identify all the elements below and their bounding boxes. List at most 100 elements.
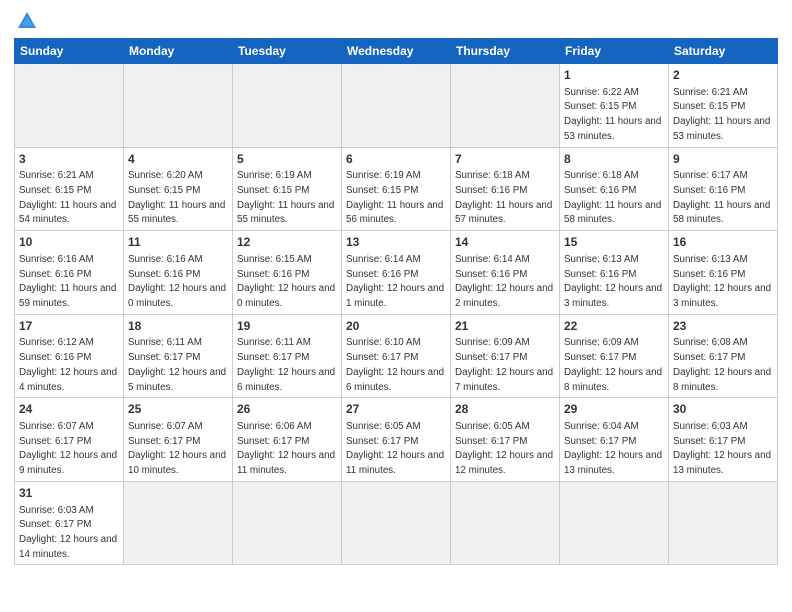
day-number: 25 [128,401,228,418]
calendar-day-cell [124,64,233,148]
day-info: Sunrise: 6:07 AMSunset: 6:17 PMDaylight:… [19,421,117,476]
calendar-day-cell: 30 Sunrise: 6:03 AMSunset: 6:17 PMDayligh… [669,398,778,482]
logo [14,10,38,32]
weekday-header-saturday: Saturday [669,39,778,64]
calendar-day-cell: 26 Sunrise: 6:06 AMSunset: 6:17 PMDayligh… [233,398,342,482]
day-info: Sunrise: 6:21 AMSunset: 6:15 PMDaylight:… [19,170,116,225]
day-info: Sunrise: 6:15 AMSunset: 6:16 PMDaylight:… [237,254,335,309]
calendar-day-cell: 24 Sunrise: 6:07 AMSunset: 6:17 PMDayligh… [15,398,124,482]
calendar-week-row: 3 Sunrise: 6:21 AMSunset: 6:15 PMDaylight… [15,147,778,231]
calendar-day-cell: 29Sunrise: 6:04 AMSunset: 6:17 PMDayligh… [560,398,669,482]
day-info: Sunrise: 6:03 AMSunset: 6:17 PMDaylight:… [19,505,117,560]
calendar-day-cell: 27 Sunrise: 6:05 AMSunset: 6:17 PMDayligh… [342,398,451,482]
day-info: Sunrise: 6:22 AMSunset: 6:15 PMDaylight:… [564,87,661,142]
calendar-day-cell: 16 Sunrise: 6:13 AMSunset: 6:16 PMDayligh… [669,231,778,315]
calendar-day-cell [233,481,342,565]
calendar-day-cell: 3 Sunrise: 6:21 AMSunset: 6:15 PMDaylight… [15,147,124,231]
calendar-day-cell: 18Sunrise: 6:11 AMSunset: 6:17 PMDayligh… [124,314,233,398]
day-number: 8 [564,151,664,168]
day-number: 24 [19,401,119,418]
day-number: 20 [346,318,446,335]
calendar-day-cell: 8 Sunrise: 6:18 AMSunset: 6:16 PMDaylight… [560,147,669,231]
day-number: 18 [128,318,228,335]
calendar-day-cell: 19Sunrise: 6:11 AMSunset: 6:17 PMDayligh… [233,314,342,398]
day-number: 1 [564,67,664,84]
day-info: Sunrise: 6:09 AMSunset: 6:17 PMDaylight:… [455,337,553,392]
day-number: 29 [564,401,664,418]
day-number: 28 [455,401,555,418]
day-number: 10 [19,234,119,251]
day-number: 9 [673,151,773,168]
day-info: Sunrise: 6:19 AMSunset: 6:15 PMDaylight:… [346,170,443,225]
day-number: 5 [237,151,337,168]
day-info: Sunrise: 6:21 AMSunset: 6:15 PMDaylight:… [673,87,770,142]
calendar-day-cell: 1 Sunrise: 6:22 AMSunset: 6:15 PMDaylight… [560,64,669,148]
calendar-day-cell [233,64,342,148]
day-info: Sunrise: 6:06 AMSunset: 6:17 PMDaylight:… [237,421,335,476]
header [14,10,778,32]
weekday-header-monday: Monday [124,39,233,64]
calendar-day-cell [669,481,778,565]
calendar-day-cell: 6 Sunrise: 6:19 AMSunset: 6:15 PMDaylight… [342,147,451,231]
weekday-header-wednesday: Wednesday [342,39,451,64]
day-number: 23 [673,318,773,335]
day-info: Sunrise: 6:12 AMSunset: 6:16 PMDaylight:… [19,337,117,392]
day-info: Sunrise: 6:14 AMSunset: 6:16 PMDaylight:… [346,254,444,309]
calendar-day-cell: 17 Sunrise: 6:12 AMSunset: 6:16 PMDayligh… [15,314,124,398]
calendar-day-cell: 23 Sunrise: 6:08 AMSunset: 6:17 PMDayligh… [669,314,778,398]
weekday-header-friday: Friday [560,39,669,64]
calendar-week-row: 17 Sunrise: 6:12 AMSunset: 6:16 PMDayligh… [15,314,778,398]
day-number: 27 [346,401,446,418]
calendar-day-cell: 12Sunrise: 6:15 AMSunset: 6:16 PMDayligh… [233,231,342,315]
calendar-day-cell: 21Sunrise: 6:09 AMSunset: 6:17 PMDayligh… [451,314,560,398]
day-info: Sunrise: 6:08 AMSunset: 6:17 PMDaylight:… [673,337,771,392]
calendar-day-cell: 9 Sunrise: 6:17 AMSunset: 6:16 PMDaylight… [669,147,778,231]
day-number: 30 [673,401,773,418]
calendar-day-cell: 14 Sunrise: 6:14 AMSunset: 6:16 PMDayligh… [451,231,560,315]
day-info: Sunrise: 6:09 AMSunset: 6:17 PMDaylight:… [564,337,662,392]
day-info: Sunrise: 6:07 AMSunset: 6:17 PMDaylight:… [128,421,226,476]
weekday-header-tuesday: Tuesday [233,39,342,64]
calendar-day-cell: 11Sunrise: 6:16 AMSunset: 6:16 PMDayligh… [124,231,233,315]
day-number: 13 [346,234,446,251]
day-info: Sunrise: 6:05 AMSunset: 6:17 PMDaylight:… [346,421,444,476]
day-number: 15 [564,234,664,251]
day-number: 11 [128,234,228,251]
calendar-day-cell: 25 Sunrise: 6:07 AMSunset: 6:17 PMDayligh… [124,398,233,482]
day-info: Sunrise: 6:03 AMSunset: 6:17 PMDaylight:… [673,421,771,476]
calendar-day-cell [560,481,669,565]
weekday-header-thursday: Thursday [451,39,560,64]
calendar-day-cell: 5 Sunrise: 6:19 AMSunset: 6:15 PMDaylight… [233,147,342,231]
day-number: 16 [673,234,773,251]
day-info: Sunrise: 6:18 AMSunset: 6:16 PMDaylight:… [455,170,552,225]
day-number: 2 [673,67,773,84]
day-number: 7 [455,151,555,168]
day-number: 26 [237,401,337,418]
calendar-week-row: 31 Sunrise: 6:03 AMSunset: 6:17 PMDayligh… [15,481,778,565]
day-number: 31 [19,485,119,502]
calendar-day-cell: 2 Sunrise: 6:21 AMSunset: 6:15 PMDaylight… [669,64,778,148]
calendar-day-cell [342,64,451,148]
calendar-week-row: 24 Sunrise: 6:07 AMSunset: 6:17 PMDayligh… [15,398,778,482]
calendar-week-row: 1 Sunrise: 6:22 AMSunset: 6:15 PMDaylight… [15,64,778,148]
day-number: 3 [19,151,119,168]
calendar-day-cell [451,481,560,565]
day-info: Sunrise: 6:05 AMSunset: 6:17 PMDaylight:… [455,421,553,476]
calendar-day-cell [124,481,233,565]
day-info: Sunrise: 6:18 AMSunset: 6:16 PMDaylight:… [564,170,661,225]
day-number: 14 [455,234,555,251]
calendar-day-cell: 28 Sunrise: 6:05 AMSunset: 6:17 PMDayligh… [451,398,560,482]
calendar-day-cell [15,64,124,148]
day-info: Sunrise: 6:10 AMSunset: 6:17 PMDaylight:… [346,337,444,392]
day-info: Sunrise: 6:11 AMSunset: 6:17 PMDaylight:… [237,337,335,392]
calendar-week-row: 10Sunrise: 6:16 AMSunset: 6:16 PMDayligh… [15,231,778,315]
calendar-day-cell: 10Sunrise: 6:16 AMSunset: 6:16 PMDayligh… [15,231,124,315]
logo-icon [16,10,38,32]
day-info: Sunrise: 6:13 AMSunset: 6:16 PMDaylight:… [673,254,771,309]
day-info: Sunrise: 6:17 AMSunset: 6:16 PMDaylight:… [673,170,770,225]
day-number: 17 [19,318,119,335]
day-info: Sunrise: 6:19 AMSunset: 6:15 PMDaylight:… [237,170,334,225]
day-info: Sunrise: 6:14 AMSunset: 6:16 PMDaylight:… [455,254,553,309]
day-number: 6 [346,151,446,168]
day-info: Sunrise: 6:20 AMSunset: 6:15 PMDaylight:… [128,170,225,225]
